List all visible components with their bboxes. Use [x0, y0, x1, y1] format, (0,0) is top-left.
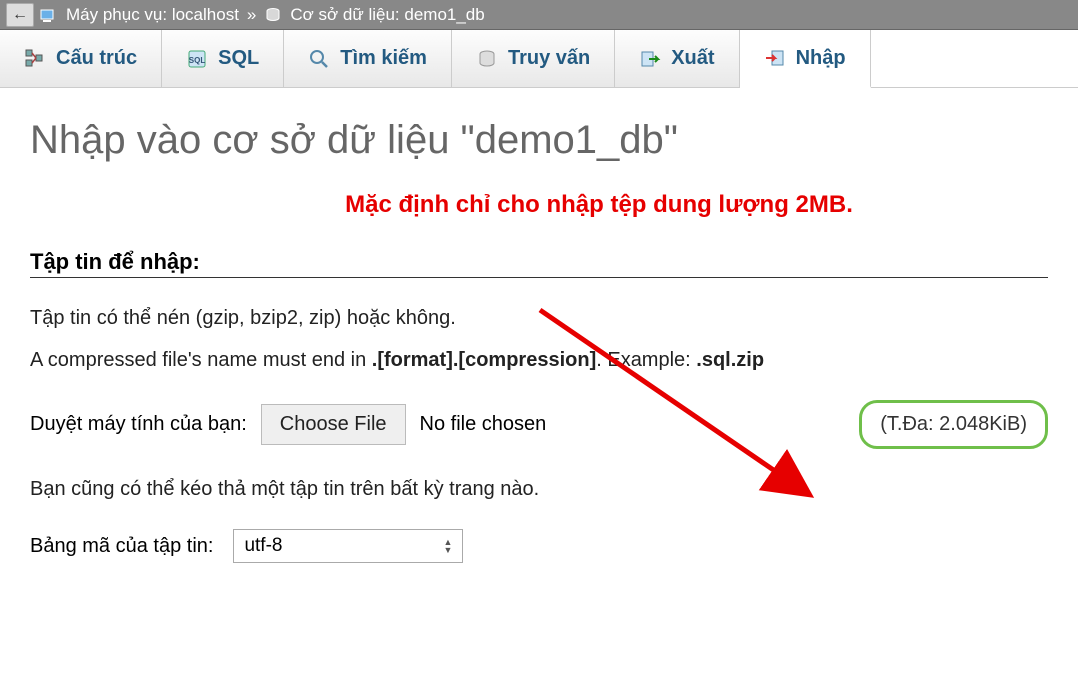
sql-icon: SQL [186, 48, 208, 70]
tab-sql[interactable]: SQL SQL [162, 30, 284, 87]
compress-info: Tập tin có thể nén (gzip, bzip2, zip) ho… [30, 302, 1048, 334]
tab-label: Xuất [671, 47, 714, 70]
charset-select[interactable]: utf-8 ▲▼ [233, 529, 463, 563]
format-info: A compressed file's name must end in .[f… [30, 344, 1048, 376]
breadcrumb-separator: » [247, 5, 256, 25]
format-prefix: A compressed file's name must end in [30, 349, 372, 371]
tab-import[interactable]: Nhập [740, 30, 871, 88]
page-title: Nhập vào cơ sở dữ liệu "demo1_db" [30, 118, 1048, 163]
breadcrumb-server[interactable]: Máy phục vụ: localhost [66, 5, 239, 25]
tab-search[interactable]: Tìm kiếm [284, 30, 452, 87]
tab-label: Truy vấn [508, 47, 590, 70]
no-file-chosen: No file chosen [420, 413, 547, 436]
tab-export[interactable]: Xuất [615, 30, 739, 87]
breadcrumb: Máy phục vụ: localhost » Cơ sở dữ liệu: … [40, 5, 485, 25]
file-input-row: Duyệt máy tính của bạn: Choose File No f… [30, 400, 1048, 449]
browse-label: Duyệt máy tính của bạn: [30, 413, 247, 436]
format-example: .sql.zip [696, 349, 764, 371]
section-title: Tập tin để nhập: [30, 249, 1048, 278]
main-content: Nhập vào cơ sở dữ liệu "demo1_db" Mặc đị… [0, 88, 1078, 573]
tab-bar: Cấu trúc SQL SQL Tìm kiếm Truy vấn Xuất … [0, 30, 1078, 88]
structure-icon [24, 48, 46, 70]
tab-label: SQL [218, 47, 259, 70]
breadcrumb-database[interactable]: Cơ sở dữ liệu: demo1_db [290, 5, 484, 25]
select-stepper-icon: ▲▼ [444, 538, 453, 554]
dragdrop-info: Bạn cũng có thể kéo thả một tập tin trên… [30, 473, 1048, 505]
charset-value: utf-8 [244, 535, 282, 557]
charset-label: Bảng mã của tập tin: [30, 535, 213, 558]
format-pattern: .[format].[compression] [372, 349, 596, 371]
tab-label: Nhập [796, 47, 846, 70]
svg-text:SQL: SQL [189, 56, 206, 65]
tab-structure[interactable]: Cấu trúc [0, 30, 162, 87]
annotation-text: Mặc định chỉ cho nhập tệp dung lượng 2MB… [150, 191, 1048, 219]
choose-file-button[interactable]: Choose File [261, 404, 406, 445]
import-icon [764, 47, 786, 69]
back-button[interactable]: ← [6, 3, 34, 27]
tab-label: Tìm kiếm [340, 47, 427, 70]
query-icon [476, 48, 498, 70]
tab-query[interactable]: Truy vấn [452, 30, 615, 87]
export-icon [639, 48, 661, 70]
server-icon [40, 7, 58, 23]
format-example-label: . Example: [596, 349, 696, 371]
charset-row: Bảng mã của tập tin: utf-8 ▲▼ [30, 529, 1048, 563]
arrow-left-icon: ← [12, 6, 28, 24]
breadcrumb-bar: ← Máy phục vụ: localhost » Cơ sở dữ liệu… [0, 0, 1078, 30]
search-icon [308, 48, 330, 70]
database-icon [264, 7, 282, 23]
max-size-box: (T.Đa: 2.048KiB) [859, 400, 1048, 449]
tab-label: Cấu trúc [56, 47, 137, 70]
